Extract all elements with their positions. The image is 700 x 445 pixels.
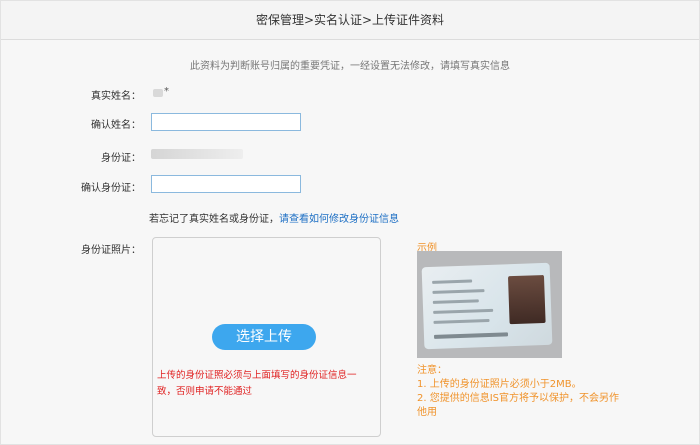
real-name-masked-value — [153, 89, 163, 97]
example-id-card-image — [417, 251, 562, 358]
note-item: 2. 您提供的信息IS官方将予以保护，不会另作他用 — [417, 393, 620, 418]
breadcrumb: 密保管理>实名认证>上传证件资料 — [255, 13, 445, 27]
page-frame: 密保管理>实名认证>上传证件资料 此资料为判断账号归属的重要凭证，一经设置无法修… — [0, 0, 700, 445]
confirm-id-label: 确认身份证： — [81, 183, 141, 194]
upload-warning: 上传的身份证照必须与上面填写的身份证信息一致，否则申请不能通过 — [157, 370, 357, 397]
note-item: 1. 上传的身份证照片必须小于2MB。 — [417, 379, 582, 390]
confirm-id-input[interactable] — [151, 175, 301, 193]
real-name-suffix: * — [164, 86, 169, 97]
id-photo-label: 身份证照片： — [81, 245, 141, 256]
breadcrumb-header: 密保管理>实名认证>上传证件资料 — [1, 1, 699, 40]
modify-id-info-link[interactable]: 请查看如何修改身份证信息 — [279, 214, 399, 225]
id-masked-value — [151, 149, 243, 159]
confirm-name-input[interactable] — [151, 113, 301, 131]
choose-upload-button[interactable]: 选择上传 — [212, 324, 316, 350]
upload-dropzone[interactable]: 选择上传 上传的身份证照必须与上面填写的身份证信息一致，否则申请不能通过 — [152, 237, 381, 437]
id-card-portrait — [507, 274, 546, 325]
confirm-name-label: 确认姓名： — [91, 120, 141, 131]
id-card-illustration — [421, 262, 553, 350]
notice-text: 此资料为判断账号归属的重要凭证，一经设置无法修改，请填写真实信息 — [190, 61, 510, 72]
forgot-text: 若忘记了真实姓名或身份证， — [149, 214, 279, 225]
notes: 注意： 1. 上传的身份证照片必须小于2MB。 2. 您提供的信息IS官方将予以… — [417, 364, 627, 420]
notes-title: 注意： — [417, 365, 447, 376]
id-label: 身份证： — [101, 153, 141, 164]
forgot-hint: 若忘记了真实姓名或身份证，请查看如何修改身份证信息 — [149, 210, 399, 225]
real-name-label: 真实姓名： — [91, 91, 141, 102]
